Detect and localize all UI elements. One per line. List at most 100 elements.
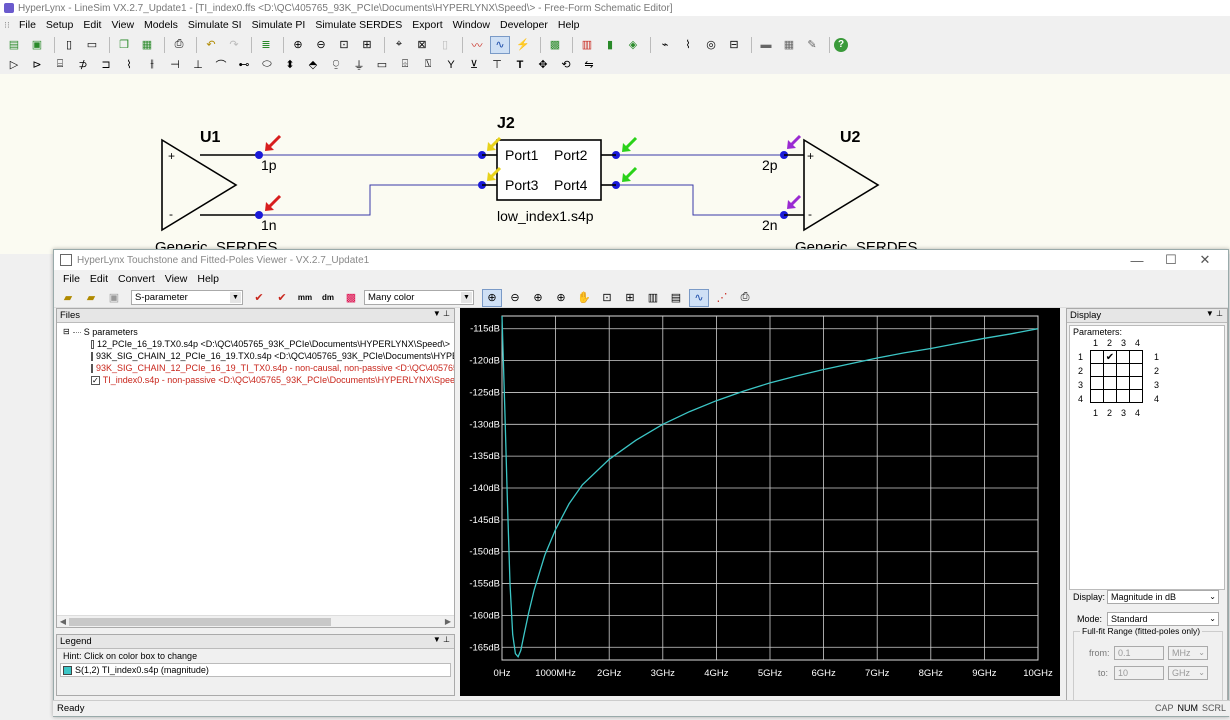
crosstalk-icon[interactable]: ⚡: [513, 36, 533, 54]
files-hscrollbar[interactable]: ◀ ▶: [57, 615, 454, 627]
sparam-chart[interactable]: 0Hz 1000MHz 2GHz 3GHz 4GHz 5GHz 6GHz 7GHz 8GHz 9G…: [460, 308, 1060, 696]
list-view-icon[interactable]: ▤: [666, 289, 686, 307]
file-checkbox[interactable]: [91, 339, 94, 349]
board-icon[interactable]: ▬: [756, 36, 776, 54]
connector-icon[interactable]: ⌸: [50, 56, 70, 74]
sparam-multiport-icon[interactable]: ⍂: [418, 56, 438, 74]
probe-arrow-1n-icon[interactable]: [265, 194, 282, 211]
print-icon[interactable]: ⎙: [735, 289, 755, 307]
menu-developer[interactable]: Developer: [495, 19, 553, 31]
net-port4-2n[interactable]: [616, 184, 784, 216]
file-item[interactable]: 93K_SIG_CHAIN_12_PCIe_16_19.TX0.s4p <D:\…: [61, 350, 454, 362]
file-item[interactable]: 12_PCIe_16_19.TX0.s4p <D:\QC\405765_93K_…: [61, 338, 450, 350]
sparam-plot-icon[interactable]: ⌁: [655, 36, 675, 54]
color-mode-icon[interactable]: ▩: [341, 289, 361, 307]
resistor-icon[interactable]: ⌇: [119, 56, 139, 74]
menu-export[interactable]: Export: [407, 19, 447, 31]
probe-arrow-port4-icon[interactable]: [622, 166, 638, 182]
wizard-icon[interactable]: ✎: [802, 36, 822, 54]
menu-file[interactable]: File: [14, 19, 41, 31]
menu-simulate-serdes[interactable]: Simulate SERDES: [310, 19, 407, 31]
inductor-icon[interactable]: ⌒: [211, 56, 231, 74]
viewer-menu-view[interactable]: View: [160, 273, 193, 285]
buffer-part-icon[interactable]: ▷: [4, 56, 24, 74]
menu-edit[interactable]: Edit: [78, 19, 106, 31]
junction-icon[interactable]: Y: [441, 56, 461, 74]
scroll-right-icon[interactable]: ▶: [442, 616, 454, 628]
coupled-line-icon[interactable]: ⬍: [280, 56, 300, 74]
resistor-pullup-icon[interactable]: ⫲: [142, 56, 162, 74]
matrix-cell[interactable]: [1116, 350, 1130, 364]
flip-icon[interactable]: ⇋: [579, 56, 599, 74]
matrix-cell[interactable]: [1103, 376, 1117, 390]
matrix-cell-checked[interactable]: ✔: [1103, 350, 1117, 364]
via-icon[interactable]: ⬘: [303, 56, 323, 74]
package-icon[interactable]: ⊅: [73, 56, 93, 74]
open-folder-icon[interactable]: ▰: [58, 289, 78, 307]
pin-icon[interactable]: ⌖: [389, 36, 409, 54]
legend-entry[interactable]: S(1,2) TI_index0.s4p (magnitude): [60, 663, 451, 677]
stackup-icon[interactable]: ≣: [256, 36, 276, 54]
schematic-canvas[interactable]: + - U1 Generic_SERDES 1p 1n J2 Port1 Por…: [0, 74, 1230, 254]
file-item[interactable]: ✓ TI_index0.s4p - non-passive <D:\QC\405…: [61, 374, 454, 386]
ic-part-icon[interactable]: ⊐: [96, 56, 116, 74]
zoom-y-icon[interactable]: ⊕: [551, 289, 571, 307]
viewer-menu-edit[interactable]: Edit: [85, 273, 113, 285]
legend-color-swatch[interactable]: [63, 665, 72, 675]
touchstone-viewer-icon[interactable]: ∿: [490, 35, 510, 54]
matrix-cell[interactable]: [1090, 376, 1104, 390]
eye-diagram-icon[interactable]: ◈: [623, 36, 643, 54]
marker-plot-icon[interactable]: ⋰: [712, 289, 732, 307]
menu-simulate-si[interactable]: Simulate SI: [183, 19, 247, 31]
ferrite-icon[interactable]: ⊷: [234, 56, 254, 74]
line-plot-icon[interactable]: ∿: [689, 288, 709, 307]
menu-simulate-pi[interactable]: Simulate PI: [247, 19, 311, 31]
move-icon[interactable]: ✥: [533, 56, 553, 74]
sparam-block-icon[interactable]: ▭: [372, 56, 392, 74]
sparam-plot-area[interactable]: 0Hz 1000MHz 2GHz 3GHz 4GHz 5GHz 6GHz 7GHz 8GHz 9G…: [460, 308, 1060, 696]
check-all-icon[interactable]: ✔: [272, 289, 292, 307]
display-mode-select[interactable]: Magnitude in dB ⌄: [1107, 590, 1219, 604]
bidir-buffer-icon[interactable]: ⊳: [27, 56, 47, 74]
matrix-cell[interactable]: [1129, 376, 1143, 390]
copy-icon[interactable]: ❐: [114, 36, 134, 54]
probe-arrow-1p-icon[interactable]: [265, 134, 282, 151]
capacitor-icon[interactable]: ⊣: [165, 56, 185, 74]
mm-unit-icon[interactable]: mm: [295, 289, 315, 307]
probe-arrow-port2-icon[interactable]: [622, 136, 638, 152]
document-icon[interactable]: ▯: [435, 36, 455, 54]
save-icon[interactable]: ▦: [137, 36, 157, 54]
help-icon[interactable]: ?: [834, 37, 848, 52]
maximize-icon[interactable]: ☐: [1154, 252, 1188, 268]
waveform-icon[interactable]: 〰: [467, 36, 487, 54]
matrix-cell[interactable]: [1090, 389, 1104, 403]
transmission-line-icon[interactable]: ⬭: [257, 56, 277, 74]
matrix-cell[interactable]: [1090, 363, 1104, 377]
panel-pin-icon[interactable]: ▼ ⊥: [433, 309, 450, 318]
scope-icon[interactable]: ▩: [545, 36, 565, 54]
zoom-area-icon[interactable]: ⊡: [334, 36, 354, 54]
close-icon[interactable]: ✕: [1188, 252, 1222, 268]
file-checkbox[interactable]: [91, 363, 93, 373]
panel-pin-icon[interactable]: ▼ ⊥: [1206, 309, 1223, 318]
zoom-x-icon[interactable]: ⊕: [528, 289, 548, 307]
zoom-box-icon[interactable]: ⊡: [597, 289, 617, 307]
check-red-icon[interactable]: ✔: [249, 289, 269, 307]
probe-icon[interactable]: ⍜: [326, 56, 346, 74]
save-icon[interactable]: ▣: [104, 289, 124, 307]
collapse-icon[interactable]: ⊟: [63, 326, 70, 338]
sparam-4port-icon[interactable]: ⌹: [395, 56, 415, 74]
matrix-cell[interactable]: [1129, 350, 1143, 364]
dm-unit-icon[interactable]: dm: [318, 289, 338, 307]
redo-icon[interactable]: ↷: [224, 36, 244, 54]
zoom-in-icon[interactable]: ⊕: [288, 36, 308, 54]
grid-icon[interactable]: ▦: [779, 36, 799, 54]
matrix-cell[interactable]: [1103, 363, 1117, 377]
from-unit-select[interactable]: MHz ⌄: [1168, 646, 1208, 660]
to-input[interactable]: 10: [1114, 666, 1164, 680]
matrix-cell[interactable]: [1116, 363, 1130, 377]
matrix-cell[interactable]: [1129, 363, 1143, 377]
scroll-thumb[interactable]: [69, 618, 331, 626]
viewer-menu-help[interactable]: Help: [192, 273, 224, 285]
net-1n-port3[interactable]: [258, 184, 482, 216]
